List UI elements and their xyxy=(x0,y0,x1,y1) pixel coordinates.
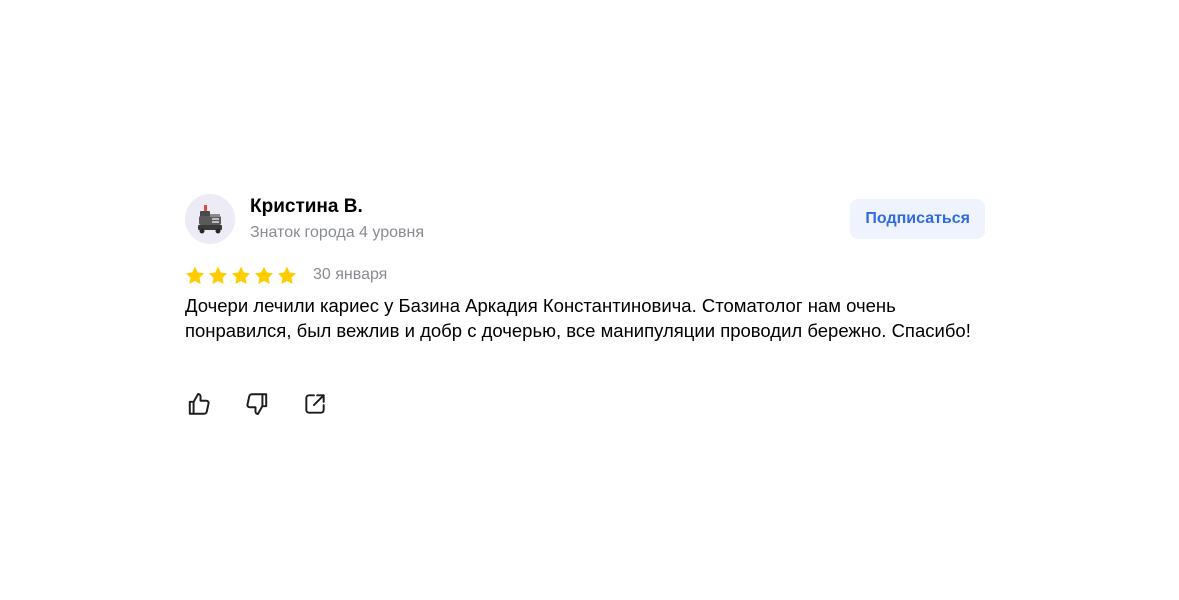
share-icon xyxy=(305,394,325,414)
like-button[interactable] xyxy=(185,390,213,418)
review-date: 30 января xyxy=(313,266,388,283)
star-icon xyxy=(208,266,228,285)
avatar[interactable] xyxy=(185,194,235,244)
author-name[interactable]: Кристина В. xyxy=(250,196,363,218)
review-header: Кристина В. Знаток города 4 уровня Подпи… xyxy=(185,194,985,246)
robot-vacuum-avatar-icon xyxy=(198,205,222,234)
review-text: Дочери лечили кариес у Базина Аркадия Ко… xyxy=(185,295,971,341)
review-actions xyxy=(185,390,329,418)
review-meta: 30 января xyxy=(185,264,387,286)
star-icon xyxy=(254,266,274,285)
thumbs-up-icon xyxy=(188,393,210,415)
thumbs-down-icon xyxy=(246,393,268,415)
star-icon xyxy=(231,266,251,285)
star-icon xyxy=(277,266,297,285)
share-button[interactable] xyxy=(301,390,329,418)
dislike-button[interactable] xyxy=(243,390,271,418)
review-card: Кристина В. Знаток города 4 уровня Подпи… xyxy=(185,194,985,415)
rating-stars xyxy=(185,266,297,285)
author-rank: Знаток города 4 уровня xyxy=(250,224,425,241)
star-icon xyxy=(185,266,205,285)
subscribe-button[interactable]: Подписаться xyxy=(850,199,985,239)
